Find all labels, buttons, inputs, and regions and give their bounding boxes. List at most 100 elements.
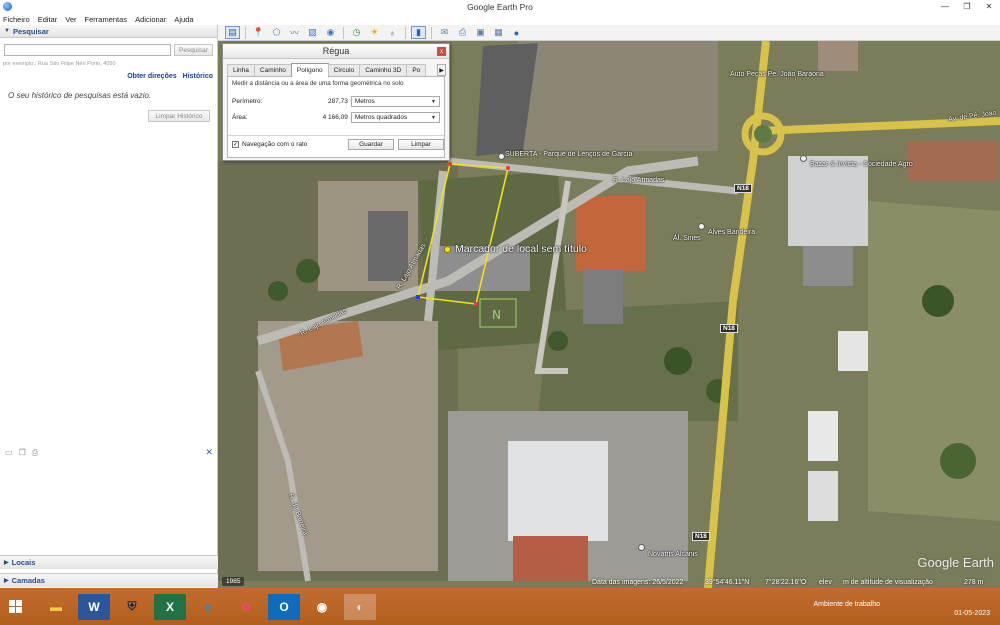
ruler-title-bar[interactable]: Régua x (223, 44, 449, 59)
clear-history-button[interactable]: Limpar Histórico (148, 110, 210, 122)
toolbar: ▤ 📍 ⬠ 〰 ▨ ◉ ◷ ☀ ♁ ▮ ✉ ⎙ ▣ ▦ ● (218, 25, 1000, 41)
historical-imagery-icon[interactable]: ◷ (349, 26, 364, 39)
edge-icon[interactable]: e (192, 594, 224, 620)
area-value: 4 166,09 (322, 114, 348, 121)
menu-view[interactable]: Ver (65, 15, 76, 24)
ruler-body: Medir a distância ou a área de uma forma… (227, 77, 445, 158)
chevron-down-icon: ▼ (431, 98, 436, 105)
history-link[interactable]: Histórico (183, 73, 213, 80)
search-input[interactable] (4, 44, 171, 56)
places-section[interactable]: ▶ Locais (0, 555, 218, 569)
tab-3d-path[interactable]: Caminho 3D (359, 64, 408, 76)
perimeter-unit: Metros (354, 98, 375, 105)
expand-triangle-icon: ▶ (4, 560, 9, 566)
path-icon[interactable]: 〰 (287, 26, 302, 39)
file-explorer-icon[interactable]: ▬ (40, 594, 72, 620)
print-icon[interactable]: ⎙ (455, 26, 470, 39)
latitude: 39°54'46.11"N (705, 579, 750, 586)
maps-icon[interactable]: ▦ (491, 26, 506, 39)
start-button[interactable] (0, 588, 30, 625)
poi-pin-icon[interactable] (698, 223, 705, 230)
search-panel-title: Pesquisar (12, 26, 49, 36)
planet-icon[interactable]: ♁ (385, 26, 400, 39)
search-panel-header[interactable]: ▼ Pesquisar (0, 25, 217, 38)
google-earth-taskbar-icon[interactable]: ◐ (344, 593, 376, 620)
perimeter-value: 287,73 (327, 98, 348, 105)
maximize-icon[interactable]: ❐ (956, 0, 978, 13)
excel-icon[interactable]: X (154, 593, 186, 620)
road-shield: N18 (692, 532, 710, 541)
expand-triangle-icon: ▶ (4, 578, 9, 584)
menu-file[interactable]: Ficheiro (3, 15, 30, 24)
placemark-label[interactable]: Marcador de local sem título (455, 243, 587, 255)
placemark-icon[interactable]: 📍 (251, 26, 266, 39)
placemark-pushpin-icon[interactable] (444, 246, 451, 253)
area-unit: Metros quadrados (354, 114, 408, 121)
menu-help[interactable]: Ajuda (174, 15, 193, 24)
polygon-icon[interactable]: ⬠ (269, 26, 284, 39)
clock-date[interactable]: 01-05-2023 (954, 610, 990, 617)
menu-edit[interactable]: Editar (38, 15, 58, 24)
tab-line[interactable]: Linha (227, 64, 255, 76)
sun-icon[interactable]: ☀ (367, 26, 382, 39)
toolbar-separator (245, 26, 246, 39)
clear-button[interactable]: Limpar (398, 139, 444, 150)
outlook-icon[interactable]: O (268, 593, 300, 620)
tour-icon[interactable]: ◉ (323, 26, 338, 39)
image-overlay-icon[interactable]: ▨ (305, 26, 320, 39)
year-badge[interactable]: 1985 (222, 577, 245, 586)
map-label-auto-pecas: Auto Peças Pe. João Baraona (730, 71, 824, 78)
globe-icon[interactable]: ● (509, 26, 524, 39)
desktop-label[interactable]: Ambiente de trabalho (813, 601, 880, 608)
app-shield-icon[interactable]: ⛨ (116, 594, 148, 620)
poi-pin-icon[interactable] (800, 155, 807, 162)
save-button[interactable]: Guardar (348, 139, 394, 150)
chrome-icon[interactable]: ◉ (306, 594, 338, 620)
poi-pin-icon[interactable] (638, 544, 645, 551)
email-icon[interactable]: ✉ (437, 26, 452, 39)
map-label-street: R. Lajo Atmadas (613, 177, 665, 184)
tab-path[interactable]: Caminho (253, 64, 292, 76)
get-directions-link[interactable]: Obter direções (127, 73, 176, 80)
mouse-navigation-checkbox[interactable]: ✓ (232, 141, 239, 148)
perimeter-unit-select[interactable]: Metros ▼ (350, 96, 440, 107)
tab-scroll-right-icon[interactable]: ▶ (437, 64, 446, 76)
paint-icon[interactable]: ✿ (230, 594, 262, 620)
ruler-dialog: Régua x Linha Caminho Polígono Círculo C… (222, 43, 450, 161)
layers-section[interactable]: ▶ Camadas (0, 573, 218, 587)
close-icon[interactable]: ✕ (978, 0, 1000, 13)
area-unit-select[interactable]: Metros quadrados ▼ (350, 112, 440, 123)
print-icon[interactable]: ⎙ (32, 448, 38, 458)
poi-pin-icon[interactable] (498, 153, 505, 160)
window-title: Google Earth Pro (467, 1, 533, 12)
menu-bar: Ficheiro Editar Ver Ferramentas Adiciona… (0, 13, 1000, 25)
tab-overflow[interactable]: Po (406, 64, 427, 76)
close-panel-icon[interactable]: ✕ (205, 447, 213, 458)
menu-tools[interactable]: Ferramentas (85, 15, 128, 24)
search-button[interactable]: Pesquisar (174, 44, 213, 56)
layers-title: Camadas (11, 576, 45, 585)
map-label-alves: Alves Bandeira (708, 229, 756, 236)
copy-icon[interactable]: ❐ (19, 448, 26, 457)
window-controls: — ❐ ✕ (934, 0, 1000, 13)
map-label-bazar: Bazar & Invicta - Sociedade Agro (810, 161, 913, 168)
mouse-navigation-option: ✓ Navegação com o rato (232, 141, 307, 148)
save-image-icon[interactable]: ▣ (473, 26, 488, 39)
folder-icon[interactable]: ▭ (5, 448, 13, 457)
map-label-parque: SUBERTA - Parque de Lenços de Garcia (505, 151, 633, 158)
left-panel: ▼ Pesquisar Pesquisar por exemplo,: Rua … (0, 25, 218, 588)
perimeter-label: Perímetro: (232, 98, 263, 105)
area-row: Área: 4 166,09 Metros quadrados ▼ (232, 112, 440, 123)
menu-add[interactable]: Adicionar (135, 15, 166, 24)
ruler-icon[interactable]: ▮ (411, 26, 426, 39)
minimize-icon[interactable]: — (934, 0, 956, 13)
road-shield: N18 (720, 324, 738, 333)
tab-circle[interactable]: Círculo (327, 64, 361, 76)
elevation: elev (819, 579, 832, 586)
word-icon[interactable]: W (78, 593, 110, 620)
taskbar: ▬ W ⛨ X e ✿ O ◉ ◐ Ambiente de trabalho 0… (0, 588, 1000, 625)
area-label: Área: (232, 114, 248, 121)
close-icon[interactable]: x (437, 47, 446, 56)
sidebar-toggle-icon[interactable]: ▤ (225, 26, 240, 39)
tab-polygon[interactable]: Polígono (290, 63, 329, 77)
